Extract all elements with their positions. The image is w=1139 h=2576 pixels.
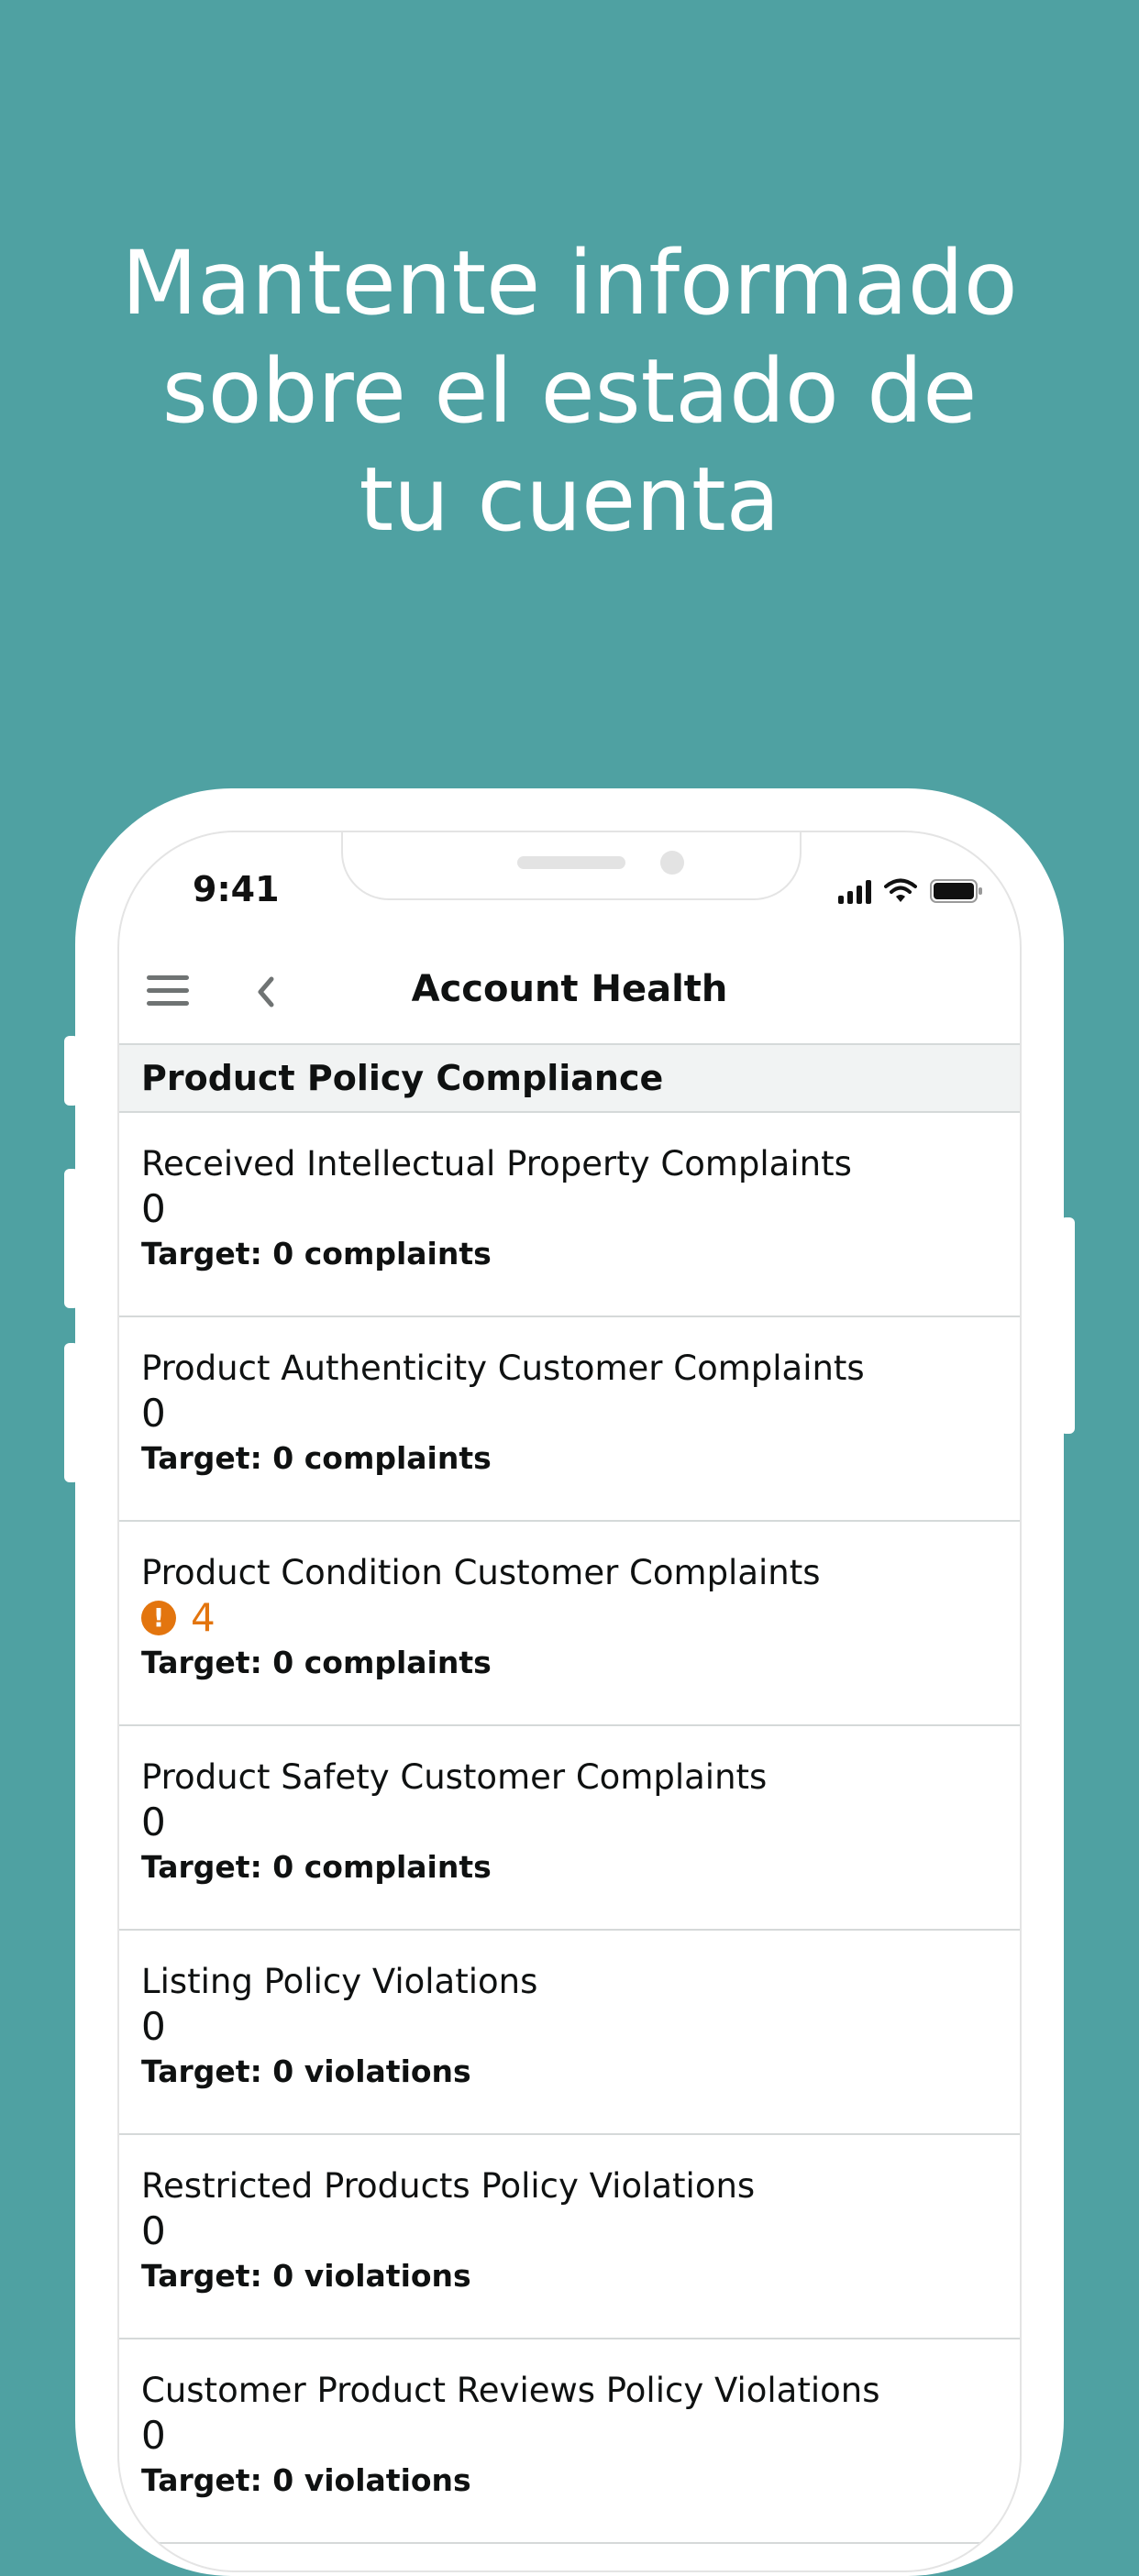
cellular-signal-icon [838,880,871,904]
headline-line-2: sobre el estado de [161,340,978,443]
metric-target: Target: 0 complaints [141,1236,492,1271]
metric-value: 4 [191,1595,216,1640]
metric-value: 0 [141,2208,166,2253]
metric-value: 0 [141,2004,166,2049]
navigation-bar: Account Health [119,941,1020,1045]
headline-line-3: tu cuenta [359,448,780,551]
metric-label: Restricted Products Policy Violations [141,2166,756,2206]
phone-frame: 9:41 Account Health Product Policy Compl… [75,788,1064,2576]
metric-row-reviews-policy-violations[interactable]: Customer Product Reviews Policy Violatio… [119,2339,1020,2544]
metric-value: 0 [141,2413,166,2458]
metric-target: Target: 0 complaints [141,1440,492,1476]
metric-target: Target: 0 complaints [141,1645,492,1680]
battery-icon [930,879,982,903]
metric-row-safety-complaints[interactable]: Product Safety Customer Complaints 0 Tar… [119,1726,1020,1931]
metric-row-restricted-products-violations[interactable]: Restricted Products Policy Violations 0 … [119,2135,1020,2339]
metric-row-condition-complaints[interactable]: Product Condition Customer Complaints ! … [119,1522,1020,1726]
metric-row-authenticity-complaints[interactable]: Product Authenticity Customer Complaints… [119,1317,1020,1522]
phone-notch [341,832,802,900]
metric-label: Product Condition Customer Complaints [141,1553,821,1592]
marketing-headline: Mantente informado sobre el estado de tu… [0,229,1139,554]
metric-row-ip-complaints[interactable]: Received Intellectual Property Complaint… [119,1113,1020,1317]
metric-target: Target: 0 violations [141,2258,471,2294]
wifi-icon [884,878,917,902]
metric-value: 0 [141,1800,166,1844]
metric-label: Listing Policy Violations [141,1962,538,2001]
headline-line-1: Mantente informado [121,232,1018,335]
front-camera [660,851,684,875]
status-bar-time: 9:41 [193,869,280,909]
speaker-grille [517,856,625,869]
metric-value-alert: ! 4 [141,1595,998,1641]
exclamation-circle-icon: ! [141,1601,176,1635]
section-header: Product Policy Compliance [119,1045,1020,1113]
metric-value: 0 [141,1391,166,1436]
metric-value: 0 [141,1186,166,1231]
metric-target: Target: 0 violations [141,2053,471,2089]
status-bar-icons [838,876,983,904]
metric-target: Target: 0 violations [141,2462,471,2498]
metric-label: Product Safety Customer Complaints [141,1757,768,1797]
page-title: Account Health [411,968,728,1010]
metric-row-listing-violations[interactable]: Listing Policy Violations 0 Target: 0 vi… [119,1931,1020,2135]
metric-target: Target: 0 complaints [141,1849,492,1885]
metrics-list: Received Intellectual Property Complaint… [119,1113,1020,2544]
phone-screen: 9:41 Account Health Product Policy Compl… [117,831,1022,2572]
metric-label: Product Authenticity Customer Complaints [141,1349,865,1388]
metric-label: Customer Product Reviews Policy Violatio… [141,2371,880,2410]
metric-label: Received Intellectual Property Complaint… [141,1144,852,1183]
